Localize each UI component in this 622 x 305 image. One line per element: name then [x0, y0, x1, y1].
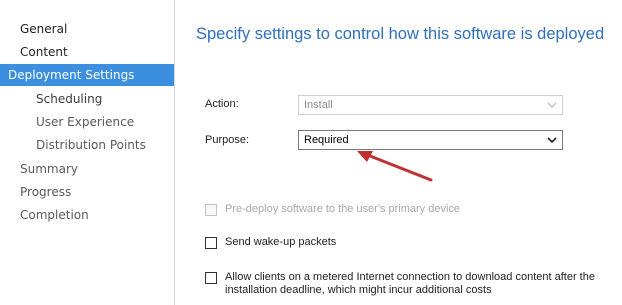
nav-item-content[interactable]: Content — [0, 41, 174, 63]
pre-deploy-label: Pre-deploy software to the user's primar… — [225, 203, 461, 215]
action-select[interactable]: Install — [298, 95, 563, 115]
nav-item-distribution-points[interactable]: Distribution Points — [0, 134, 174, 156]
nav-item-scheduling[interactable]: Scheduling — [0, 88, 174, 110]
nav-item-deployment-settings[interactable]: Deployment Settings — [0, 64, 174, 86]
purpose-value: Required — [304, 134, 349, 146]
metered-connection-label: Allow clients on a metered Internet conn… — [225, 271, 595, 296]
deployment-settings-panel: Specify settings to control how this sof… — [175, 0, 622, 305]
nav-item-summary[interactable]: Summary — [0, 158, 174, 180]
purpose-label: Purpose: — [205, 134, 250, 146]
nav-item-general[interactable]: General — [0, 18, 174, 40]
chevron-down-icon — [547, 137, 557, 144]
metered-connection-checkbox[interactable] — [205, 272, 217, 284]
action-label: Action: — [205, 98, 239, 110]
chevron-down-icon — [547, 102, 557, 108]
red-arrow-icon — [357, 151, 433, 182]
pre-deploy-checkbox[interactable] — [205, 204, 217, 216]
nav-item-user-experience[interactable]: User Experience — [0, 111, 174, 133]
wake-up-checkbox[interactable] — [205, 237, 217, 249]
wizard-nav: General Content Deployment Settings Sche… — [0, 0, 174, 305]
wake-up-label: Send wake-up packets — [225, 236, 337, 248]
action-value: Install — [304, 99, 333, 111]
nav-item-completion[interactable]: Completion — [0, 204, 174, 226]
purpose-select[interactable]: Required — [298, 130, 563, 150]
nav-item-progress[interactable]: Progress — [0, 181, 174, 203]
page-title: Specify settings to control how this sof… — [196, 25, 605, 43]
